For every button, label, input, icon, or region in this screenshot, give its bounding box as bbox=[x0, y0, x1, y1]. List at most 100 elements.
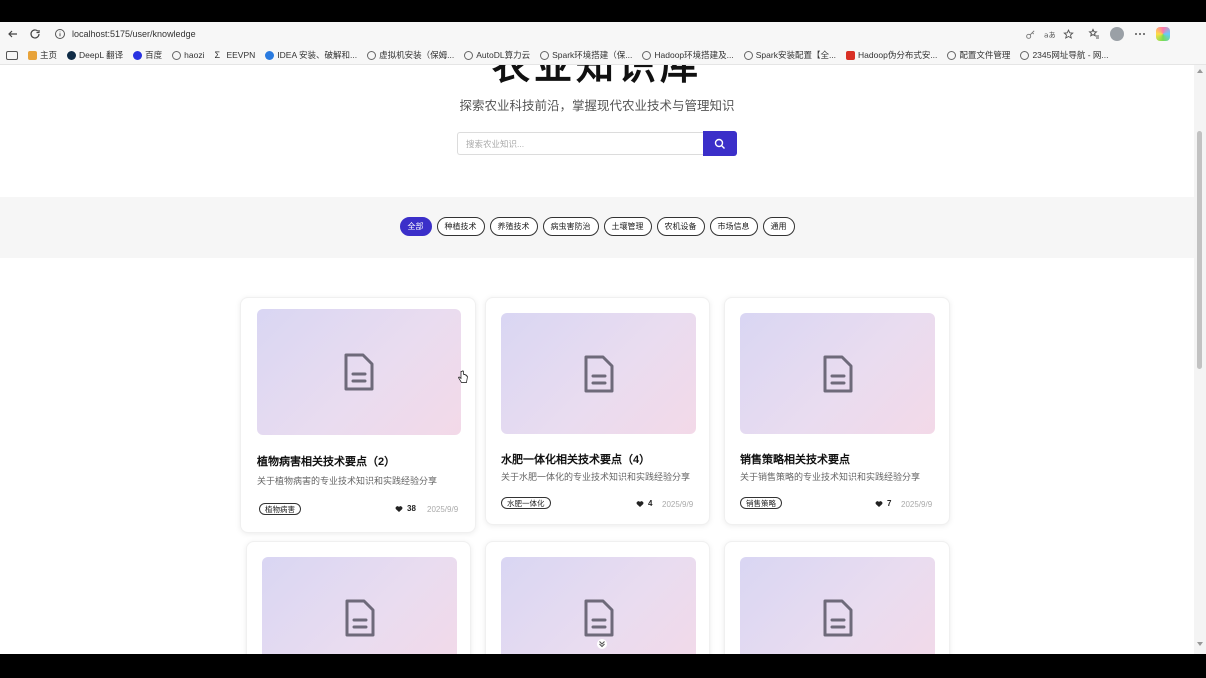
document-icon bbox=[823, 599, 852, 636]
search-input[interactable] bbox=[457, 132, 703, 155]
bookmark-item[interactable]: Σ EEVPN bbox=[214, 50, 255, 60]
collections-icon[interactable] bbox=[6, 50, 18, 60]
filter-chip-breeding[interactable]: 养殖技术 bbox=[489, 217, 538, 236]
bookmark-item[interactable]: IDEA 安装、破解和... bbox=[265, 49, 357, 61]
back-icon[interactable] bbox=[4, 25, 22, 43]
scroll-down-indicator-icon[interactable] bbox=[597, 639, 607, 649]
bookmark-item[interactable]: haozi bbox=[172, 50, 204, 60]
card-likes[interactable]: 7 bbox=[875, 499, 891, 508]
card-date: 2025/9/9 bbox=[427, 505, 459, 514]
heart-icon bbox=[875, 500, 883, 507]
document-icon bbox=[584, 599, 613, 636]
card-tag[interactable]: 植物病害 bbox=[259, 503, 301, 515]
search-button[interactable] bbox=[703, 131, 737, 156]
scroll-down-arrow[interactable] bbox=[1197, 642, 1203, 646]
profile-avatar[interactable] bbox=[1110, 27, 1124, 41]
globe-icon bbox=[172, 50, 182, 60]
filter-chip-all[interactable]: 全部 bbox=[399, 217, 432, 236]
card-likes[interactable]: 38 bbox=[395, 504, 416, 513]
bookmark-item[interactable]: 配置文件管理 bbox=[947, 49, 1010, 61]
filter-chip-general[interactable]: 通用 bbox=[762, 217, 795, 236]
more-menu-icon[interactable] bbox=[1134, 28, 1146, 40]
globe-icon bbox=[464, 50, 474, 60]
key-icon[interactable] bbox=[1025, 29, 1036, 40]
scrollbar-thumb[interactable] bbox=[1197, 131, 1202, 369]
bookmark-item[interactable]: DeepL 翻译 bbox=[67, 49, 123, 61]
bookmark-item[interactable]: 百度 bbox=[133, 49, 162, 61]
bookmark-item[interactable]: 虚拟机安装（保姆... bbox=[367, 49, 454, 61]
bookmark-item[interactable]: 2345网址导航 - 网... bbox=[1020, 49, 1109, 61]
globe-icon bbox=[743, 50, 753, 60]
knowledge-card[interactable] bbox=[724, 541, 950, 654]
card-description: 关于水肥一体化的专业技术知识和实践经验分享 bbox=[501, 472, 691, 482]
sigma-icon: Σ bbox=[214, 49, 221, 60]
favorites-icon[interactable] bbox=[1088, 28, 1100, 40]
bookmark-item[interactable]: Hadoop环境搭建及... bbox=[642, 49, 734, 61]
heart-icon bbox=[636, 500, 644, 507]
heart-icon bbox=[395, 505, 403, 512]
document-icon bbox=[823, 355, 852, 392]
card-description: 关于销售策略的专业技术知识和实践经验分享 bbox=[740, 472, 921, 482]
card-date: 2025/9/9 bbox=[901, 500, 933, 509]
search-bar bbox=[457, 131, 739, 157]
bookmark-item[interactable]: Hadoop伪分布式安... bbox=[846, 49, 937, 61]
filter-chip-soil[interactable]: 土壤管理 bbox=[603, 217, 652, 236]
card-title: 植物病害相关技术要点（2） bbox=[257, 456, 396, 468]
knowledge-card[interactable]: 销售策略相关技术要点 关于销售策略的专业技术知识和实践经验分享 销售策略 7 2… bbox=[724, 297, 950, 525]
letterbox-top bbox=[0, 0, 1206, 22]
vertical-scrollbar[interactable] bbox=[1194, 65, 1206, 654]
globe-icon bbox=[367, 50, 377, 60]
address-bar[interactable]: localhost:5175/user/knowledge aあ bbox=[50, 25, 1080, 43]
filter-chip-planting[interactable]: 种植技术 bbox=[436, 217, 485, 236]
letterbox-bottom bbox=[0, 654, 1206, 678]
card-tag[interactable]: 水肥一体化 bbox=[501, 497, 551, 509]
blue-circle-icon bbox=[265, 50, 275, 60]
document-icon bbox=[345, 599, 374, 636]
document-icon bbox=[344, 353, 374, 391]
card-thumbnail bbox=[257, 309, 461, 435]
globe-icon bbox=[540, 50, 550, 60]
bookmark-item[interactable]: Spark安装配置【全... bbox=[743, 49, 836, 61]
filter-chip-machinery[interactable]: 农机设备 bbox=[656, 217, 705, 236]
page-viewport: 农业知识库 探索农业科技前沿，掌握现代农业技术与管理知识 全部 种植技术 养殖技… bbox=[0, 65, 1194, 654]
card-title: 销售策略相关技术要点 bbox=[740, 454, 850, 466]
likes-count: 7 bbox=[887, 499, 892, 508]
knowledge-card[interactable]: 植物病害相关技术要点（2） 关于植物病害的专业技术知识和实践经验分享 植物病害 … bbox=[240, 297, 476, 533]
filter-chip-pest-control[interactable]: 病虫害防治 bbox=[542, 217, 599, 236]
card-date: 2025/9/9 bbox=[662, 500, 694, 509]
card-likes[interactable]: 4 bbox=[636, 499, 652, 508]
search-icon bbox=[714, 138, 725, 149]
site-info-icon[interactable] bbox=[54, 28, 66, 40]
knowledge-card[interactable] bbox=[246, 541, 471, 654]
bookmark-item[interactable]: AutoDL算力云 bbox=[464, 49, 530, 61]
home-icon bbox=[28, 50, 37, 60]
copilot-icon[interactable] bbox=[1156, 27, 1170, 41]
refresh-icon[interactable] bbox=[26, 25, 44, 43]
knowledge-card[interactable] bbox=[485, 541, 710, 654]
knowledge-card[interactable]: 水肥一体化相关技术要点（4） 关于水肥一体化的专业技术知识和实践经验分享 水肥一… bbox=[485, 297, 710, 525]
card-thumbnail bbox=[740, 557, 935, 654]
category-filters: 全部 种植技术 养殖技术 病虫害防治 土壤管理 农机设备 市场信息 通用 bbox=[0, 217, 1194, 236]
browser-toolbar: localhost:5175/user/knowledge aあ bbox=[0, 22, 1206, 46]
page-title: 农业知识库 bbox=[491, 65, 702, 88]
card-tag[interactable]: 销售策略 bbox=[740, 497, 782, 509]
globe-icon bbox=[642, 50, 652, 60]
card-thumbnail bbox=[501, 313, 696, 434]
svg-text:aあ: aあ bbox=[1044, 30, 1055, 39]
globe-icon bbox=[947, 50, 957, 60]
page-subtitle: 探索农业科技前沿，掌握现代农业技术与管理知识 bbox=[459, 99, 735, 113]
card-title: 水肥一体化相关技术要点（4） bbox=[501, 454, 651, 466]
document-icon bbox=[584, 355, 613, 392]
url-text: localhost:5175/user/knowledge bbox=[72, 29, 196, 39]
card-thumbnail bbox=[740, 313, 935, 434]
scroll-up-arrow[interactable] bbox=[1197, 69, 1203, 73]
bookmark-item[interactable]: Spark环境搭建（保... bbox=[540, 49, 632, 61]
star-icon[interactable] bbox=[1063, 28, 1074, 40]
likes-count: 4 bbox=[648, 499, 653, 508]
baidu-icon bbox=[133, 50, 143, 60]
bookmark-item[interactable]: 主页 bbox=[28, 49, 57, 61]
filter-chip-market[interactable]: 市场信息 bbox=[709, 217, 758, 236]
translate-icon[interactable]: aあ bbox=[1044, 29, 1055, 40]
card-thumbnail bbox=[262, 557, 457, 654]
bookmarks-bar: 主页 DeepL 翻译 百度 haozi Σ EEVPN IDEA 安装、破解和.… bbox=[0, 46, 1206, 65]
